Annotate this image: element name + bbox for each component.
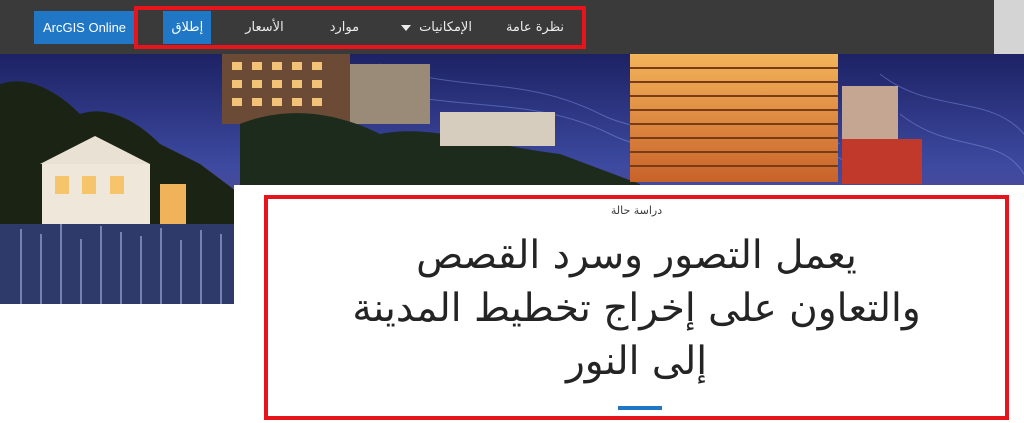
article-headline: يعمل التصور وسرد القصص والتعاون على إخرا… bbox=[264, 229, 1009, 388]
launch-button[interactable]: إطلاق bbox=[163, 11, 212, 44]
nav-item-capabilities-label: الإمكانيات bbox=[419, 20, 472, 35]
article-category-label: دراسة حالة bbox=[610, 204, 663, 217]
nav-edge bbox=[994, 0, 1024, 54]
nav-item-capabilities[interactable]: الإمكانيات bbox=[401, 20, 472, 35]
arcgis-online-button[interactable]: ArcGIS Online bbox=[34, 11, 135, 44]
headline-line-2: والتعاون على إخراج تخطيط المدينة bbox=[352, 286, 921, 331]
headline-accent-line bbox=[618, 406, 662, 410]
nav-item-pricing[interactable]: الأسعار bbox=[245, 20, 283, 35]
headline-line-1: يعمل التصور وسرد القصص bbox=[416, 233, 857, 278]
nav-item-resources[interactable]: موارد bbox=[330, 20, 359, 35]
nav-item-overview[interactable]: نظرة عامة bbox=[506, 20, 564, 35]
nav-menu: نظرة عامة الإمكانيات موارد الأسعار إطلاق bbox=[138, 11, 586, 44]
chevron-down-icon bbox=[401, 24, 412, 31]
top-navigation-bar: ArcGIS Online نظرة عامة الإمكانيات موارد… bbox=[0, 0, 1024, 54]
headline-line-3: إلى النور bbox=[565, 339, 708, 384]
